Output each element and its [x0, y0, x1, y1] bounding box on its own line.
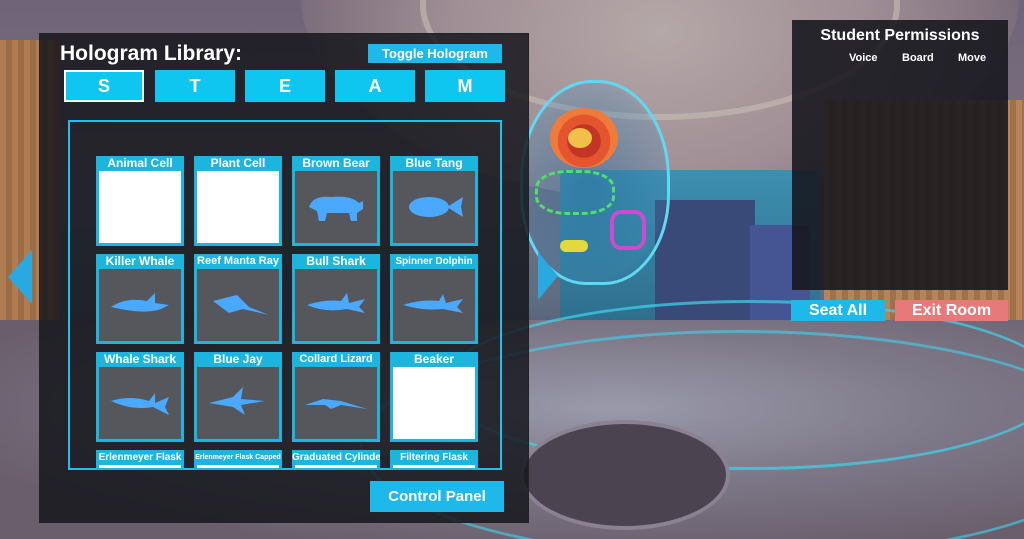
- cell-mitochondrion: [560, 240, 588, 252]
- hologram-thumbnail-whaleshark-icon: [99, 367, 181, 439]
- hologram-thumbnail-manta-icon: [197, 269, 279, 341]
- seat-all-button[interactable]: Seat All: [791, 300, 885, 321]
- hologram-tile-label: Erlenmeyer Flask: [98, 452, 182, 463]
- hologram-thumbnail-fish-icon: [393, 171, 475, 243]
- tab-e[interactable]: E: [245, 70, 325, 102]
- hologram-tile-label: Blue Jay: [213, 352, 263, 366]
- hologram-tile-label: Brown Bear: [302, 156, 370, 170]
- exit-room-button[interactable]: Exit Room: [895, 300, 1008, 321]
- hologram-thumbnail-dolphin-icon: [393, 269, 475, 341]
- cell-nucleolus: [568, 128, 592, 148]
- library-title: Hologram Library:: [60, 42, 243, 65]
- student-permissions-panel: Student Permissions Voice Board Move: [792, 20, 1008, 290]
- hologram-tile-killer-whale[interactable]: Killer Whale: [96, 254, 184, 344]
- hologram-tile-blue-tang[interactable]: Blue Tang: [390, 156, 478, 246]
- hologram-tile-label: Graduated Cylinder: [292, 452, 380, 463]
- hologram-tile-erlenmeyer-flask-capped[interactable]: Erlenmeyer Flask Capped: [194, 450, 282, 470]
- hologram-tile-label: Whale Shark: [103, 352, 177, 366]
- steam-tabs: S T E A M: [64, 70, 506, 102]
- hologram-tile-bull-shark[interactable]: Bull Shark: [292, 254, 380, 344]
- hologram-tile-label: Blue Tang: [405, 156, 463, 170]
- toggle-hologram-button[interactable]: Toggle Hologram: [368, 44, 502, 63]
- hologram-tile-label: Beaker: [413, 352, 455, 366]
- cell-endoplasmic-reticulum: [535, 170, 615, 215]
- hologram-tile-label: Animal Cell: [107, 156, 173, 170]
- hologram-tile-brown-bear[interactable]: Brown Bear: [292, 156, 380, 246]
- hologram-tile-beaker[interactable]: Beaker: [390, 352, 478, 442]
- tab-a[interactable]: A: [335, 70, 415, 102]
- hologram-tile-erlenmeyer-flask[interactable]: Erlenmeyer Flask: [96, 450, 184, 470]
- hologram-tile-animal-cell[interactable]: Animal Cell: [96, 156, 184, 246]
- hologram-thumbnail-blank: [197, 465, 279, 468]
- hologram-tile-whale-shark[interactable]: Whale Shark: [96, 352, 184, 442]
- tab-t[interactable]: T: [155, 70, 235, 102]
- turn-left-arrow-icon[interactable]: [8, 250, 32, 304]
- hologram-tile-label: Reef Manta Ray: [197, 255, 279, 267]
- hologram-thumbnail-shark-icon: [295, 269, 377, 341]
- hologram-tile-graduated-cylinder[interactable]: Graduated Cylinder: [292, 450, 380, 470]
- tab-m[interactable]: M: [425, 70, 505, 102]
- hologram-tile-filtering-flask[interactable]: Filtering Flask: [390, 450, 478, 470]
- permissions-title: Student Permissions: [820, 27, 980, 44]
- hologram-tile-label: Killer Whale: [105, 254, 175, 268]
- hologram-tile-label: Bull Shark: [306, 254, 366, 268]
- hologram-thumbnail-blank: [99, 171, 181, 243]
- hologram-thumbnail-lizard-icon: [295, 367, 377, 439]
- permission-column-voice: Voice: [849, 52, 878, 64]
- hologram-thumbnail-bear-icon: [295, 171, 377, 243]
- permission-column-move: Move: [958, 52, 987, 64]
- hologram-tile-label: Filtering Flask: [400, 452, 468, 463]
- hologram-thumbnail-whale-icon: [99, 269, 181, 341]
- hologram-thumbnail-blank: [393, 465, 475, 468]
- hologram-tile-spinner-dolphin[interactable]: Spinner Dolphin: [390, 254, 478, 344]
- hologram-thumbnail-blank: [197, 171, 279, 243]
- hologram-thumbnail-bird-icon: [197, 367, 279, 439]
- hologram-library-panel: Hologram Library: Toggle Hologram S T E …: [39, 33, 529, 523]
- hologram-tile-label: Collard Lizard: [299, 353, 373, 365]
- hologram-tile-reef-manta-ray[interactable]: Reef Manta Ray: [194, 254, 282, 344]
- hologram-tile-blue-jay[interactable]: Blue Jay: [194, 352, 282, 442]
- hologram-thumbnail-blank: [295, 465, 377, 468]
- hologram-thumbnail-blank: [99, 465, 181, 468]
- hologram-tile-label: Erlenmeyer Flask Capped: [195, 454, 281, 461]
- hologram-tile-label: Plant Cell: [210, 156, 266, 170]
- tab-s[interactable]: S: [64, 70, 144, 102]
- hologram-tile-collard-lizard[interactable]: Collard Lizard: [292, 352, 380, 442]
- hologram-thumbnail-blank: [393, 367, 475, 439]
- turn-right-arrow-icon[interactable]: [538, 252, 558, 300]
- permission-column-board: Board: [902, 52, 934, 64]
- control-panel-button[interactable]: Control Panel: [370, 481, 504, 512]
- cell-golgi: [610, 210, 646, 250]
- hologram-tile-plant-cell[interactable]: Plant Cell: [194, 156, 282, 246]
- hologram-grid: Animal Cell Plant Cell Brown Bear Blue Tang…: [68, 120, 502, 470]
- floor-pit: [520, 420, 730, 530]
- hologram-tile-label: Spinner Dolphin: [395, 256, 473, 267]
